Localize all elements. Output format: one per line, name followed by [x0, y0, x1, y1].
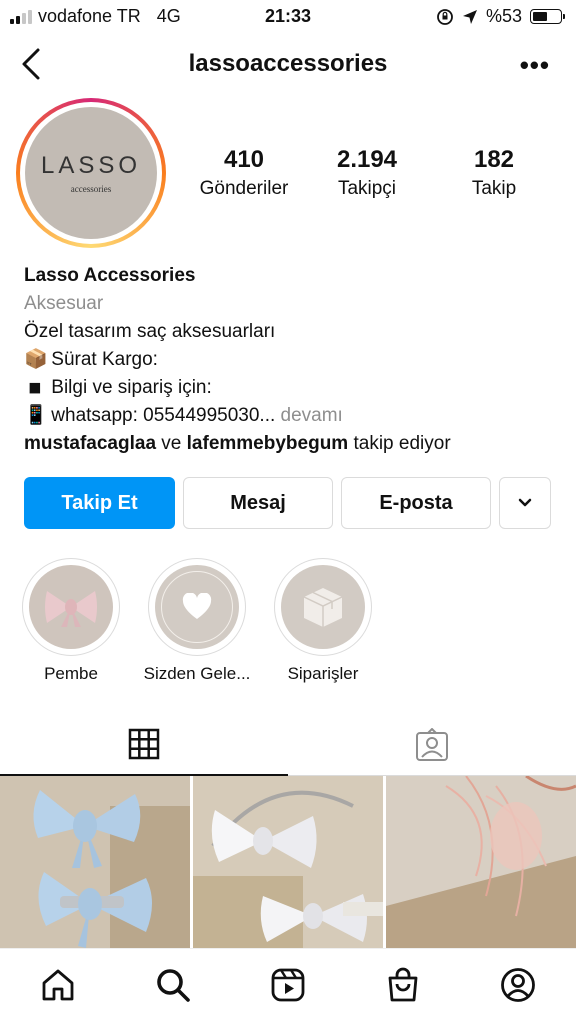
profile-bio: Lasso Accessories Aksesuar Özel tasarım … — [24, 262, 564, 458]
bio-line-4-text: whatsapp: 05544995030... — [51, 405, 276, 426]
highlight-label: Siparişler — [287, 664, 359, 683]
box-icon — [303, 588, 343, 627]
tagged-user-icon — [416, 727, 448, 761]
battery-percent: %53 — [485, 6, 522, 26]
profile-tabs — [0, 714, 576, 776]
story-highlights: Pembe Sizden Gele... Siparişler — [0, 558, 576, 688]
status-right: %53 — [436, 6, 565, 27]
profile-display-name: Lasso Accessories — [24, 265, 196, 286]
stat-followers-count: 2.194 — [336, 146, 398, 173]
followed-by-user-2[interactable]: lafemmebybegum — [187, 433, 349, 454]
bio-line-3: ◾ Bilgi ve sipariş için: — [24, 374, 564, 402]
follow-button[interactable]: Takip Et — [24, 477, 175, 529]
status-bar: vodafone TR 4G 21:33 %53 — [0, 0, 576, 34]
shopping-bag-icon — [388, 967, 418, 1002]
grid-icon — [128, 728, 160, 760]
stat-followers[interactable]: 2.194 Takipçi — [308, 146, 426, 200]
tab-posts-grid[interactable] — [0, 714, 288, 776]
highlight-cover — [29, 565, 113, 649]
heart-icon — [182, 593, 212, 619]
highlight-pembe[interactable]: Pembe — [16, 558, 126, 684]
stat-following-label: Takip — [471, 178, 517, 199]
stat-following[interactable]: 182 Takip — [426, 146, 562, 200]
blue-bows-photo — [0, 776, 190, 948]
nav-search[interactable] — [153, 965, 193, 1005]
stat-following-count: 182 — [473, 146, 515, 173]
highlight-ring — [22, 558, 120, 656]
location-arrow-icon — [462, 9, 477, 24]
phone-icon: 📱 — [24, 405, 48, 426]
email-button[interactable]: E-posta — [341, 477, 491, 529]
pink-feather-photo — [386, 776, 576, 948]
post-thumbnail[interactable] — [0, 776, 190, 948]
nav-reels[interactable] — [268, 965, 308, 1005]
highlight-cover — [155, 565, 239, 649]
avatar-image: LASSO accessories — [25, 107, 157, 239]
followed-by[interactable]: mustafacaglaa ve lafemmebybegum takip ed… — [24, 430, 564, 458]
highlight-cover — [281, 565, 365, 649]
profile-stats: 410 Gönderiler 2.194 Takipçi 182 Takip — [180, 146, 570, 200]
followed-by-conj: ve — [161, 433, 182, 454]
pink-bow-icon — [45, 591, 97, 627]
avatar-brand-text: LASSO — [40, 152, 142, 179]
message-button[interactable]: Mesaj — [183, 477, 333, 529]
tab-tagged[interactable] — [288, 714, 576, 776]
nav-home[interactable] — [38, 965, 78, 1005]
white-bows-photo — [193, 776, 383, 948]
reels-icon — [271, 968, 305, 1002]
orientation-lock-icon — [437, 8, 453, 25]
highlight-ring — [148, 558, 246, 656]
stat-posts-count: 410 — [223, 146, 265, 173]
bio-line-2-text: Sürat Kargo: — [51, 349, 158, 370]
highlight-ring — [274, 558, 372, 656]
highlight-sizden-gelenler[interactable]: Sizden Gele... — [142, 558, 252, 684]
profile-icon — [501, 968, 536, 1002]
profile-header: lassoaccessories ••• — [0, 40, 576, 90]
stat-posts[interactable]: 410 Gönderiler — [180, 146, 308, 200]
stat-followers-label: Takipçi — [337, 178, 397, 199]
highlight-siparisler[interactable]: Siparişler — [268, 558, 378, 684]
battery-fill — [533, 12, 547, 21]
bottom-navigation — [0, 948, 576, 1024]
bio-more-link[interactable]: devamı — [281, 405, 343, 426]
highlight-label: Pembe — [44, 664, 98, 683]
profile-category: Aksesuar — [24, 293, 104, 314]
bio-line-1: Özel tasarım saç aksesuarları — [24, 321, 276, 342]
posts-grid — [0, 776, 576, 948]
post-thumbnail[interactable] — [386, 776, 576, 948]
profile-actions: Takip Et Mesaj E-posta — [24, 477, 552, 529]
battery-icon — [530, 9, 565, 24]
chevron-down-icon — [518, 498, 532, 507]
more-options-icon[interactable]: ••• — [520, 50, 550, 81]
profile-username: lassoaccessories — [188, 50, 388, 77]
home-icon — [42, 969, 73, 1001]
followed-by-suffix: takip ediyor — [353, 433, 451, 454]
package-icon: 📦 — [24, 349, 48, 370]
square-bullet-icon: ◾ — [28, 377, 42, 398]
highlight-label: Sizden Gele... — [143, 664, 251, 683]
profile-avatar[interactable]: LASSO accessories — [16, 98, 166, 248]
stat-posts-label: Gönderiler — [199, 178, 289, 199]
search-icon — [156, 969, 190, 1002]
nav-profile[interactable] — [498, 965, 538, 1005]
avatar-border: LASSO accessories — [20, 102, 162, 244]
bio-line-2: 📦 Sürat Kargo: — [24, 346, 564, 374]
suggested-accounts-button[interactable] — [499, 477, 551, 529]
followed-by-user-1[interactable]: mustafacaglaa — [24, 433, 156, 454]
bio-line-4: 📱 whatsapp: 05544995030... devamı — [24, 402, 564, 430]
bio-line-3-text: Bilgi ve sipariş için: — [51, 377, 212, 398]
post-thumbnail[interactable] — [193, 776, 383, 948]
nav-shop[interactable] — [383, 965, 423, 1005]
avatar-brand-subtext: accessories — [70, 184, 112, 194]
highlight-inner-circle — [161, 571, 233, 643]
